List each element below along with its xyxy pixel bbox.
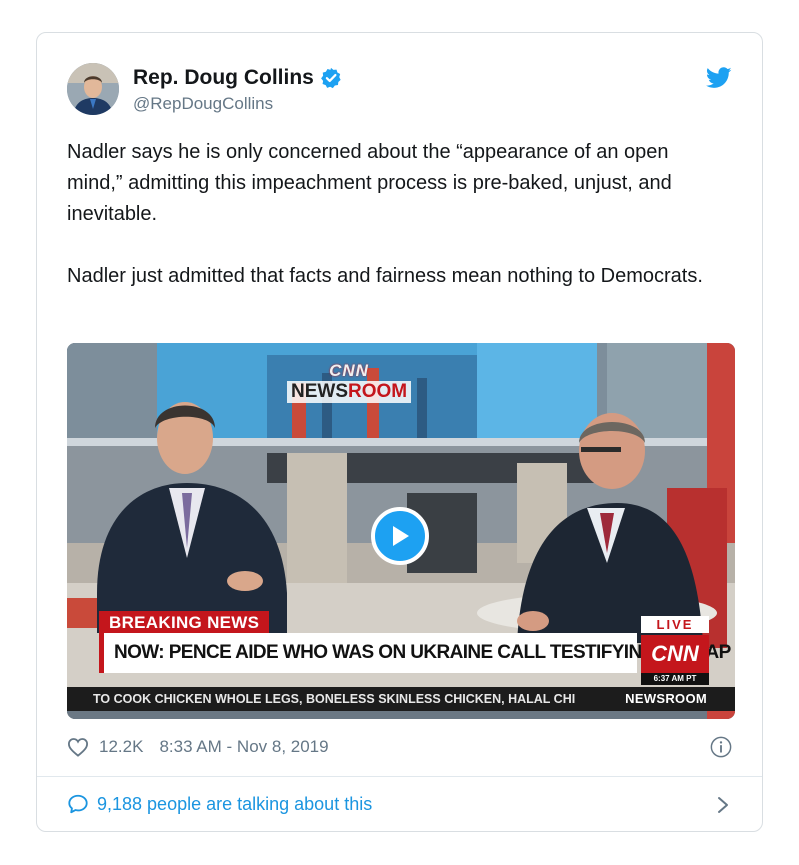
chevron-right-icon[interactable] <box>716 795 730 815</box>
avatar[interactable] <box>67 63 119 115</box>
info-icon[interactable] <box>710 736 732 758</box>
tweet-paragraph-1: Nadler says he is only concerned about t… <box>67 141 672 225</box>
live-label: LIVE <box>641 616 709 633</box>
newsroom-logo-news: NEWS <box>291 381 348 402</box>
tweet-paragraph-2: Nadler just admitted that facts and fair… <box>67 265 703 287</box>
verified-badge-icon <box>320 67 341 89</box>
divider <box>37 776 762 777</box>
ticker-text: TO COOK CHICKEN WHOLE LEGS, BONELESS SKI… <box>93 692 576 706</box>
play-button[interactable] <box>371 507 429 565</box>
ticker-brand: NEWSROOM <box>613 687 735 711</box>
conversation-count[interactable]: 9,188 people are talking about this <box>97 794 372 815</box>
broadcast-time: 6:37 AM PT <box>641 673 709 685</box>
speech-bubble-icon <box>68 794 88 814</box>
tweet-card: Rep. Doug Collins @RepDougCollins Nadler… <box>36 32 763 832</box>
tweet-timestamp[interactable]: 8:33 AM - Nov 8, 2019 <box>159 737 328 757</box>
newsroom-logo-bottom: NEWSROOM <box>287 381 412 403</box>
author-name[interactable]: Rep. Doug Collins <box>133 66 314 90</box>
heart-icon[interactable] <box>67 737 89 757</box>
play-icon <box>393 526 409 546</box>
tweet-text: Nadler says he is only concerned about t… <box>67 137 727 323</box>
tweet-meta: 12.2K 8:33 AM - Nov 8, 2019 <box>67 737 329 757</box>
newsroom-logo: CNN NEWSROOM <box>287 361 412 403</box>
news-ticker: TO COOK CHICKEN WHOLE LEGS, BONELESS SKI… <box>67 687 735 711</box>
author-name-row[interactable]: Rep. Doug Collins <box>133 66 342 90</box>
breaking-news-headline: NOW: PENCE AIDE WHO WAS ON UKRAINE CALL … <box>99 633 735 673</box>
breaking-news-label: BREAKING NEWS <box>99 611 270 634</box>
newsroom-logo-top: CNN <box>329 361 369 380</box>
conversation-link[interactable]: 9,188 people are talking about this <box>67 793 372 815</box>
author-handle[interactable]: @RepDougCollins <box>133 94 273 114</box>
twitter-bird-icon[interactable] <box>706 67 732 89</box>
network-logo: CNN <box>641 635 709 673</box>
newsroom-logo-room: ROOM <box>348 381 408 402</box>
like-count[interactable]: 12.2K <box>99 737 143 757</box>
video-player[interactable]: CNN NEWSROOM BREAKING NEWS NOW: PENCE AI… <box>67 343 735 719</box>
